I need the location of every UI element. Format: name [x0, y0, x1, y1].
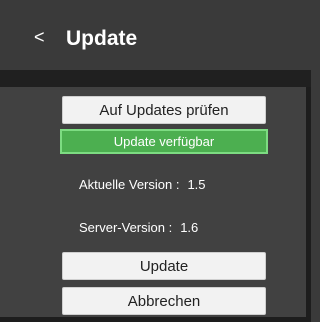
update-status-badge: Update verfügbar: [60, 129, 268, 154]
panel-edge-right: [306, 87, 311, 322]
back-icon[interactable]: <: [34, 27, 48, 47]
current-version-value: 1.5: [187, 177, 206, 192]
server-version-value: 1.6: [180, 220, 199, 235]
app-header: < Update: [0, 0, 311, 70]
server-version-row: Server-Version : 1.6: [79, 219, 198, 237]
update-button[interactable]: Update: [62, 252, 266, 280]
header-divider: [0, 70, 311, 87]
panel-edge-bottom: [0, 317, 311, 322]
current-version-row: Aktuelle Version : 1.5: [79, 176, 206, 194]
page-title: Update: [66, 27, 138, 50]
server-version-label: Server-Version :: [79, 220, 173, 235]
cancel-button[interactable]: Abbrechen: [62, 287, 266, 315]
check-updates-button[interactable]: Auf Updates prüfen: [62, 96, 266, 124]
current-version-label: Aktuelle Version :: [79, 177, 180, 192]
